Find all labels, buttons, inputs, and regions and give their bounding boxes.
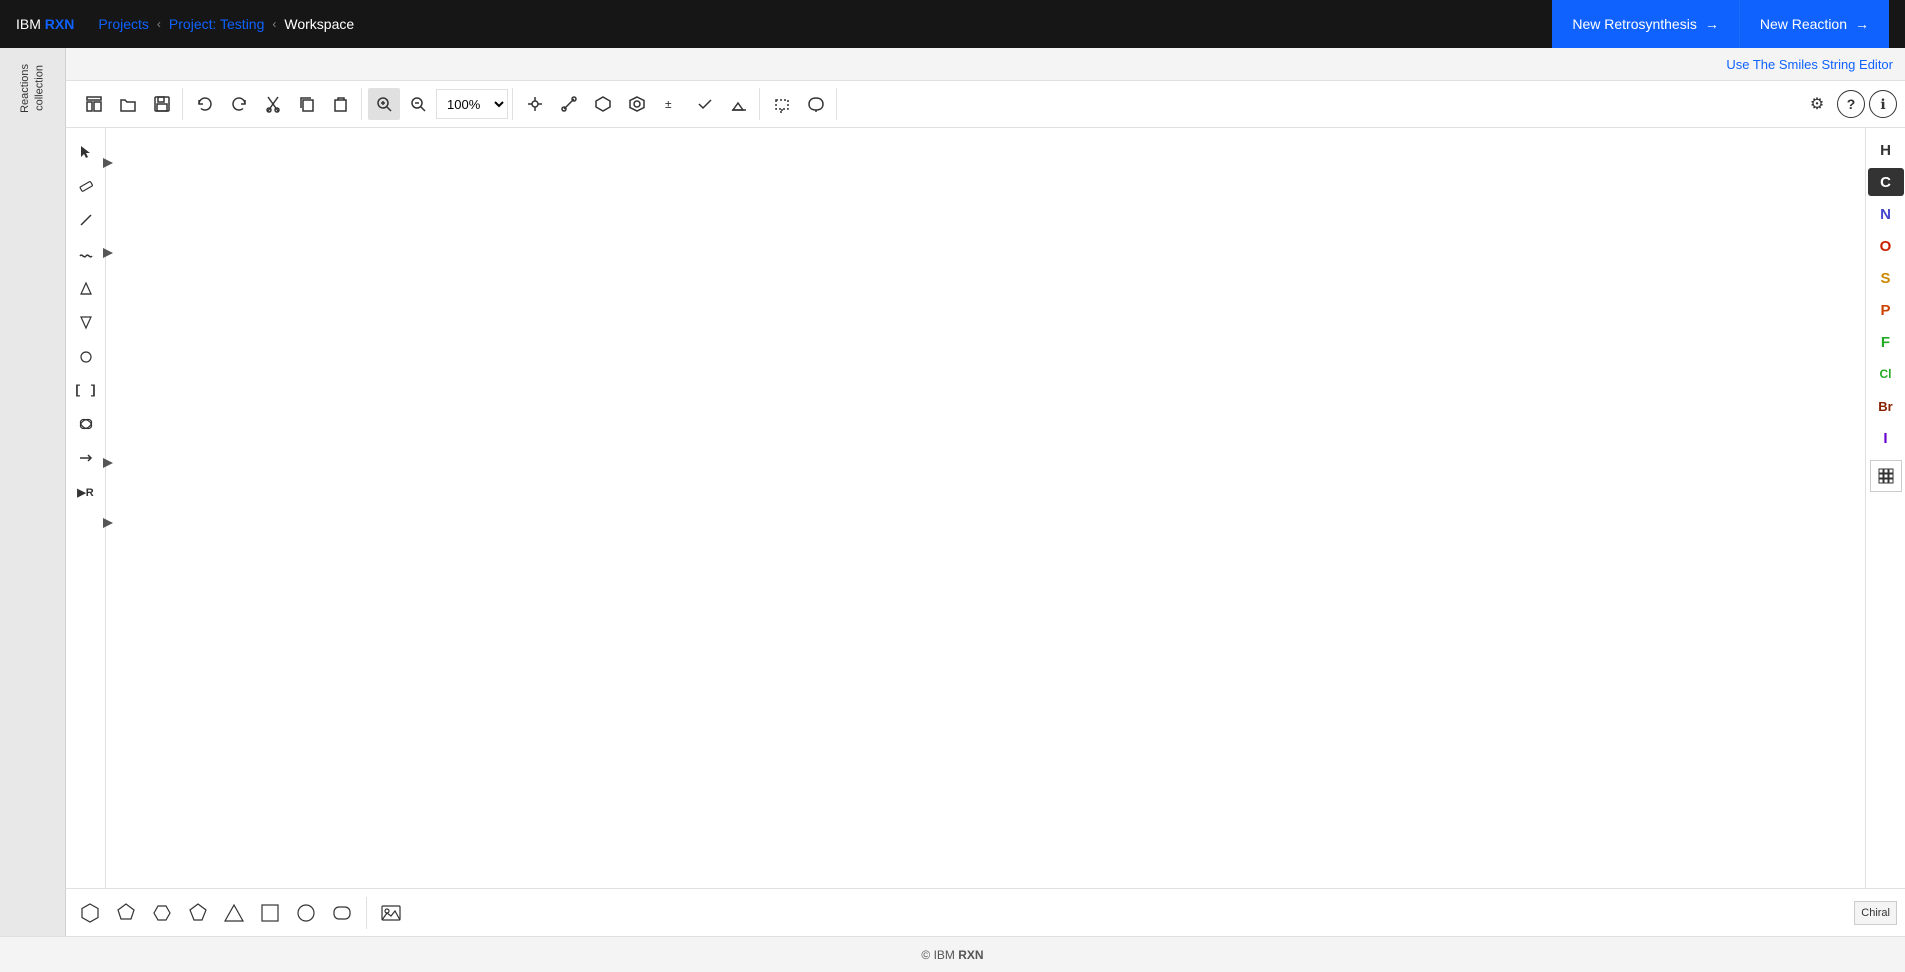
element-O-btn[interactable]: O (1868, 232, 1904, 260)
right-elements-panel: H C N O S P F Cl Br I (1865, 128, 1905, 888)
element-I-btn[interactable]: I (1868, 424, 1904, 452)
breadcrumb-sep-1: ‹ (157, 17, 161, 31)
top-nav: IBM RXN Projects ‹ Project: Testing ‹ Wo… (0, 0, 1905, 48)
diamond-btn[interactable] (182, 897, 214, 929)
line-bond-tool[interactable] (70, 204, 102, 236)
footer: © IBM RXN (0, 936, 1905, 972)
copy-btn[interactable] (291, 88, 323, 120)
periodic-table-btn[interactable] (1870, 460, 1902, 492)
circle-btn[interactable] (290, 897, 322, 929)
cut-btn[interactable] (257, 88, 289, 120)
toolbar-group-select (762, 88, 837, 120)
zoom-in-select-btn[interactable] (368, 88, 400, 120)
toolbar-group-zoom: 50% 75% 100% 150% 200% (364, 88, 513, 120)
footer-brand: RXN (958, 948, 983, 962)
help-icon: ? (1847, 96, 1856, 112)
toolbar-group-atom: ± (515, 88, 760, 120)
element-N-btn[interactable]: N (1868, 200, 1904, 228)
select-rect-btn[interactable] (766, 88, 798, 120)
template-btn[interactable] (78, 88, 110, 120)
info-icon: ℹ (1880, 96, 1885, 113)
drawing-canvas[interactable] (106, 128, 1865, 888)
new-reaction-button[interactable]: New Reaction → (1739, 0, 1889, 48)
rgroup-tool[interactable]: ▶R (70, 476, 102, 508)
svg-text:±: ± (665, 97, 672, 111)
stereo-down-tool[interactable] (70, 306, 102, 338)
new-reaction-arrow-icon: → (1855, 16, 1869, 32)
charge-btn[interactable]: ± (655, 88, 687, 120)
hexagon-flat-btn[interactable] (146, 897, 178, 929)
insert-image-btn[interactable] (375, 897, 407, 929)
settings-btn[interactable]: ⚙ (1801, 88, 1833, 120)
redo-btn[interactable] (223, 88, 255, 120)
undo-btn[interactable] (189, 88, 221, 120)
hexagon-btn[interactable] (74, 897, 106, 929)
smiles-editor-link[interactable]: Use The Smiles String Editor (1726, 57, 1893, 72)
main-layout: Reactions collection Use The Smiles Stri… (0, 48, 1905, 936)
help-btn[interactable]: ? (1837, 90, 1865, 118)
arrow-tool[interactable] (70, 442, 102, 474)
cursor-tool[interactable] (70, 136, 102, 168)
clean-btn[interactable] (723, 88, 755, 120)
brand: IBM RXN (16, 16, 74, 32)
element-P-btn[interactable]: P (1868, 296, 1904, 324)
pentagon-btn[interactable] (110, 897, 142, 929)
element-H-btn[interactable]: H (1868, 136, 1904, 164)
breadcrumb-workspace: Workspace (284, 16, 354, 32)
toolbar-group-edit (185, 88, 362, 120)
element-C-btn[interactable]: C (1868, 168, 1904, 196)
element-S-btn[interactable]: S (1868, 264, 1904, 292)
save-btn[interactable] (146, 88, 178, 120)
paste-btn[interactable] (325, 88, 357, 120)
editor-area: Use The Smiles String Editor (66, 48, 1905, 936)
left-sidebar: Reactions collection (0, 48, 66, 936)
add-atom-btn[interactable] (519, 88, 551, 120)
square-btn[interactable] (254, 897, 286, 929)
toolbar-icon-group-right: ⚙ ? ℹ (1801, 88, 1897, 120)
bond-tool-btn[interactable] (553, 88, 585, 120)
main-toolbar: 50% 75% 100% 150% 200% (66, 80, 1905, 128)
bottom-toolbar: Chiral (66, 888, 1905, 936)
ring-tool-btn[interactable] (587, 88, 619, 120)
stereo-up-tool[interactable] (70, 272, 102, 304)
zoom-out-select-btn[interactable] (402, 88, 434, 120)
attachment-tool[interactable] (70, 408, 102, 440)
eraser-tool[interactable] (70, 170, 102, 202)
left-tool-panel: [ ] ▶R (66, 128, 106, 888)
zoom-select[interactable]: 50% 75% 100% 150% 200% (436, 89, 508, 119)
breadcrumb-projects[interactable]: Projects (98, 16, 149, 32)
bracket-tool[interactable]: [ ] (70, 374, 102, 406)
breadcrumb-project-testing[interactable]: Project: Testing (169, 16, 264, 32)
retrosynthesis-arrow-icon: → (1705, 16, 1719, 32)
chiral-button[interactable]: Chiral (1854, 901, 1897, 925)
smiles-bar: Use The Smiles String Editor (66, 48, 1905, 80)
element-F-btn[interactable]: F (1868, 328, 1904, 356)
sidebar-label: Reactions collection (18, 56, 47, 121)
new-retrosynthesis-button[interactable]: New Retrosynthesis → (1552, 0, 1739, 48)
element-Br-btn[interactable]: Br (1868, 392, 1904, 420)
element-Cl-btn[interactable]: Cl (1868, 360, 1904, 388)
open-btn[interactable] (112, 88, 144, 120)
benzene-btn[interactable] (621, 88, 653, 120)
brand-rxn: RXN (45, 16, 75, 32)
breadcrumb-sep-2: ‹ (272, 17, 276, 31)
bottom-right-group: Chiral (1854, 901, 1897, 925)
rounded-rect-btn[interactable] (326, 897, 358, 929)
nav-buttons: New Retrosynthesis → New Reaction → (1552, 0, 1889, 48)
breadcrumb: Projects ‹ Project: Testing ‹ Workspace (98, 16, 1552, 32)
settings-icon: ⚙ (1810, 94, 1824, 114)
select-lasso-btn[interactable] (800, 88, 832, 120)
ring-tool[interactable] (70, 340, 102, 372)
wave-tool[interactable] (70, 238, 102, 270)
footer-copyright: © IBM (921, 948, 955, 962)
triangle-btn[interactable] (218, 897, 250, 929)
bottom-divider (366, 897, 367, 929)
check-btn[interactable] (689, 88, 721, 120)
toolbar-group-file (74, 88, 183, 120)
info-btn[interactable]: ℹ (1869, 90, 1897, 118)
canvas-container: [ ] ▶R H C N O S (66, 128, 1905, 888)
